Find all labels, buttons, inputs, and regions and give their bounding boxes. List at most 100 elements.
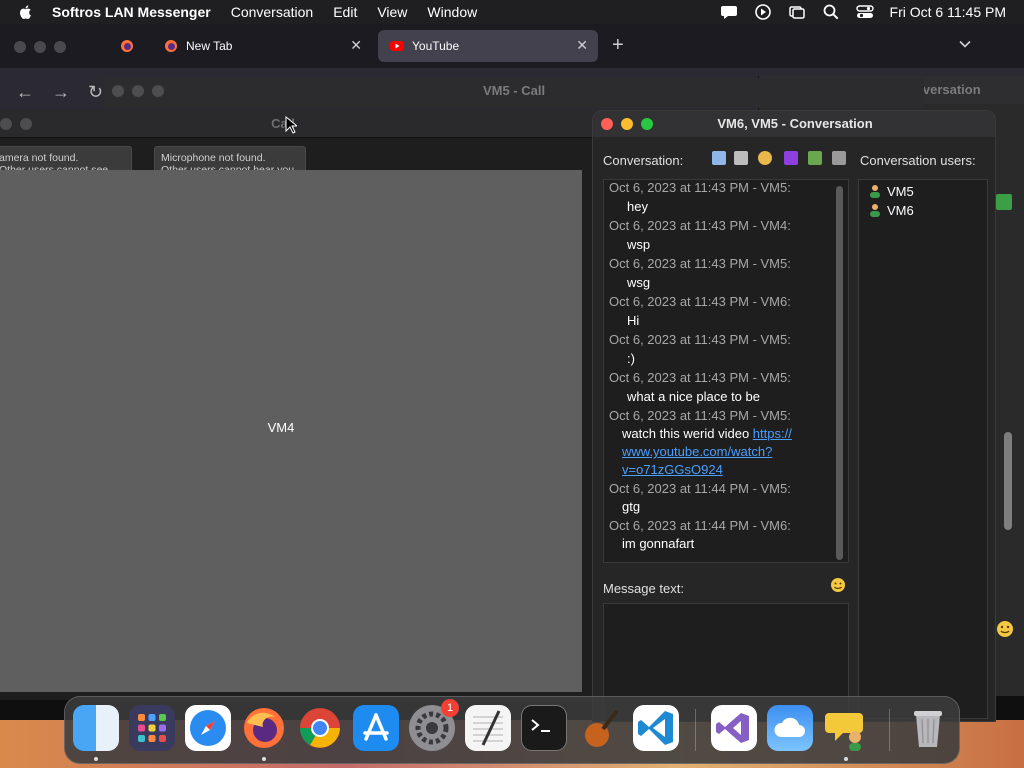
message-header: Oct 6, 2023 at 11:43 PM - VM5: [609, 180, 791, 195]
user-name: VM6 [887, 203, 914, 218]
message-header: Oct 6, 2023 at 11:44 PM - VM5: [609, 481, 791, 496]
youtube-link[interactable]: v=o71zGGsO924 [622, 462, 723, 477]
message-header: Oct 6, 2023 at 11:43 PM - VM4: [609, 218, 791, 233]
user-name: VM5 [887, 184, 914, 199]
dock-separator [889, 709, 890, 751]
search-icon[interactable] [822, 3, 840, 21]
camera-notice-line1: amera not found. [0, 152, 79, 164]
video-area: VM4 [0, 170, 582, 692]
apple-menu-icon[interactable] [18, 4, 34, 20]
message-text: im gonnafart [622, 536, 695, 551]
screen-mirroring-icon[interactable] [788, 3, 806, 21]
conversation-users-label: Conversation users: [860, 153, 976, 168]
firefox-icon[interactable] [241, 705, 287, 751]
close-window-button[interactable] [14, 41, 26, 53]
message-text: what a nice place to be [627, 389, 760, 404]
close-tab-icon[interactable]: ✕ [576, 37, 588, 54]
menu-window[interactable]: Window [427, 4, 477, 20]
message-text: Hi [627, 313, 640, 328]
user-icon [870, 204, 880, 217]
emoji-icon[interactable] [830, 577, 846, 593]
running-indicator [262, 757, 266, 761]
message-text-with-link: watch this werid video https:// www.yout… [604, 425, 848, 479]
messenger-status-icon[interactable] [720, 3, 738, 21]
message-text: :) [627, 351, 635, 366]
reload-button[interactable]: ↻ [88, 82, 103, 103]
trash-icon[interactable] [905, 705, 951, 751]
tab-pinned-firefox[interactable] [112, 30, 142, 62]
menu-view[interactable]: View [377, 4, 407, 20]
mouse-cursor-icon [285, 116, 297, 134]
conversation-label: Conversation: [603, 153, 684, 168]
menu-edit[interactable]: Edit [333, 4, 357, 20]
minimize-window-button[interactable] [34, 41, 46, 53]
tab-label: YouTube [412, 39, 460, 53]
launchpad-icon[interactable] [129, 705, 175, 751]
call-window: Call amera not found. Other users cannot… [0, 110, 596, 700]
message-text: wsp [627, 237, 651, 252]
instruments-icon[interactable] [577, 705, 623, 751]
menu-clock[interactable]: Fri Oct 6 11:45 PM [890, 4, 1006, 20]
icloud-icon[interactable] [767, 705, 813, 751]
softros-messenger-icon[interactable] [823, 705, 869, 751]
user-item[interactable]: VM6 [859, 201, 987, 220]
menu-bar: Softros LAN Messenger Conversation Edit … [0, 0, 1024, 24]
finder-icon[interactable] [73, 705, 119, 751]
youtube-link[interactable]: https:// [753, 426, 792, 441]
forward-button[interactable]: → [52, 82, 70, 103]
tab-bar: New Tab ✕ YouTube ✕ + [0, 24, 1024, 68]
file-icon[interactable] [996, 194, 1012, 210]
list-all-tabs-icon[interactable] [958, 37, 972, 51]
tab-youtube[interactable]: YouTube ✕ [378, 30, 598, 62]
zoom-window-button[interactable] [54, 41, 66, 53]
vscode-icon[interactable] [633, 705, 679, 751]
video-call-icon[interactable] [784, 151, 798, 165]
message-text: wsg [627, 275, 651, 290]
scrollbar[interactable] [1004, 432, 1012, 530]
history-icon[interactable] [712, 151, 726, 165]
message-text: gtg [622, 499, 641, 514]
textedit-icon[interactable] [465, 705, 511, 751]
scrollbar[interactable] [836, 186, 843, 560]
firefox-icon [165, 40, 177, 52]
copy-icon[interactable] [734, 151, 748, 165]
terminal-icon[interactable] [521, 705, 567, 751]
window-title: Call [271, 116, 295, 131]
call-titlebar: Call [0, 110, 596, 138]
conversation-users-list[interactable]: VM5 VM6 [858, 179, 988, 719]
running-indicator [94, 757, 98, 761]
emoji-icon[interactable] [996, 620, 1014, 638]
user-item[interactable]: VM5 [859, 182, 987, 201]
tab-new-tab[interactable]: New Tab ✕ [152, 30, 372, 62]
running-indicator [844, 757, 848, 761]
close-tab-icon[interactable]: ✕ [350, 37, 362, 54]
conversation-window: VM6, VM5 - Conversation Conversation: Co… [592, 110, 996, 722]
dock-separator [695, 709, 696, 751]
visual-studio-icon[interactable] [711, 705, 757, 751]
message-header: Oct 6, 2023 at 11:43 PM - VM5: [609, 332, 791, 347]
safari-icon[interactable] [185, 705, 231, 751]
youtube-link[interactable]: www.youtube.com/watch? [622, 444, 772, 459]
control-center-icon[interactable] [855, 3, 874, 21]
new-tab-button[interactable]: + [612, 34, 624, 57]
send-file-icon[interactable] [832, 151, 846, 165]
message-header: Oct 6, 2023 at 11:44 PM - VM6: [609, 518, 791, 533]
app-store-icon[interactable] [353, 705, 399, 751]
tab-label: New Tab [186, 39, 233, 53]
back-button[interactable]: ← [16, 82, 34, 103]
mic-notice-line1: Microphone not found. [161, 152, 266, 164]
window-title: VM5 - Call [482, 83, 546, 98]
message-text-label: Message text: [603, 581, 684, 596]
settings-icon[interactable] [758, 151, 772, 165]
message-header: Oct 6, 2023 at 11:43 PM - VM5: [609, 408, 791, 423]
play-icon[interactable] [754, 3, 772, 21]
add-users-icon[interactable] [808, 151, 822, 165]
message-text: watch this werid video [622, 426, 753, 441]
conversation-log[interactable]: Oct 6, 2023 at 11:43 PM - VM5: hey Oct 6… [603, 179, 849, 563]
app-menu[interactable]: Softros LAN Messenger [52, 4, 211, 20]
menu-conversation[interactable]: Conversation [231, 4, 314, 20]
system-settings-icon[interactable]: 1 [409, 699, 459, 751]
vm5-call-window: VM5 - Call [104, 78, 924, 108]
chrome-icon[interactable] [297, 705, 343, 751]
window-title: VM6, VM5 - Conversation [717, 116, 873, 131]
